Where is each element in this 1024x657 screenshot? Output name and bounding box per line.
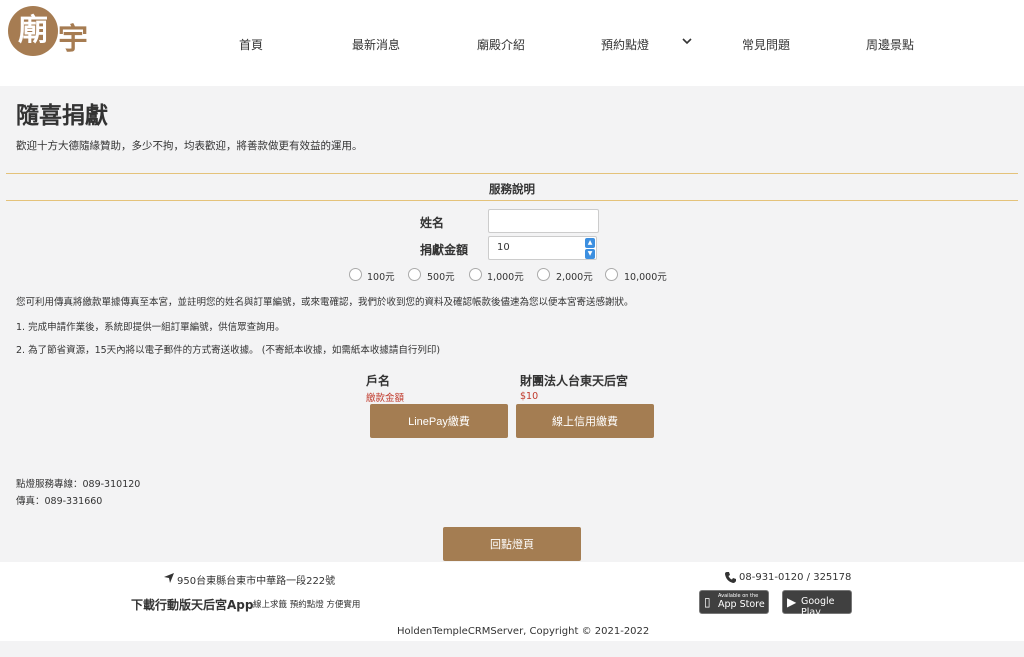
linepay-button[interactable]: LinePay繳費 (370, 404, 508, 438)
appstore-big-text: App Store (718, 599, 765, 610)
name-label: 姓名 (420, 216, 445, 230)
apple-icon: ▯ (704, 595, 711, 609)
google-play-icon: ▶ (787, 595, 797, 609)
note-item: 1. 完成申請作業後，系統即提供一組訂單編號，供信眾查詢用。 (16, 322, 285, 333)
amount-option-2000-radio[interactable] (537, 268, 550, 281)
logo-mark: 廟 (8, 6, 58, 56)
amount-option-500-radio[interactable] (408, 268, 421, 281)
chevron-down-icon[interactable] (682, 36, 692, 46)
fax-text: 傳真：089-331660 (16, 496, 103, 507)
due-value: $10 (520, 391, 539, 402)
googleplay-text: Google Play (801, 596, 835, 618)
account-label: 戶名 (366, 374, 391, 388)
fax-note: 您可利用傳真將繳款單據傳真至本宮，並註明您的姓名與訂單編號，或來電確認，我們於收… (16, 297, 634, 308)
divider-top (6, 173, 1018, 174)
phone-icon (725, 572, 736, 583)
divider-bottom (6, 200, 1018, 201)
amount-option-10000-radio[interactable] (605, 268, 618, 281)
amount-option-label: 500元 (427, 272, 455, 283)
temple-logo[interactable]: 廟 宇 (8, 6, 92, 60)
copyright-text: HoldenTempleCRMServer, Copyright © 2021-… (397, 626, 650, 637)
nav-news[interactable]: 最新消息 (352, 36, 400, 53)
amount-label: 捐獻金額 (420, 243, 469, 257)
nav-nearby[interactable]: 周邊景點 (866, 36, 914, 53)
name-input[interactable] (488, 209, 599, 233)
location-arrow-icon (164, 573, 174, 583)
amount-option-label: 1,000元 (487, 272, 524, 283)
app-subtitle: 線上求籤 預約點燈 方便實用 (253, 600, 361, 610)
decrement-icon[interactable]: ▼ (585, 249, 595, 259)
footer-phone: 08-931-0120 / 325178 (739, 572, 852, 583)
amount-input[interactable]: 10 ▲ ▼ (488, 236, 597, 260)
google-play-badge[interactable]: ▶ Google Play (782, 590, 852, 618)
amount-option-label: 100元 (367, 272, 395, 283)
due-label: 繳款金額 (366, 393, 405, 404)
credit-card-button[interactable]: 線上信用繳費 (516, 404, 654, 438)
account-name: 財團法人台東天后宮 (520, 374, 629, 388)
amount-option-label: 10,000元 (624, 272, 667, 283)
logo-text: 宇 (58, 22, 88, 57)
app-store-badge[interactable]: ▯ Available on the App Store (699, 590, 769, 614)
amount-value: 10 (497, 242, 510, 253)
increment-icon[interactable]: ▲ (585, 238, 595, 248)
amount-option-100-radio[interactable] (349, 268, 362, 281)
site-header: 廟 宇 首頁 最新消息 廟殿介紹 預約點燈 常見問題 周邊景點 (0, 0, 1024, 86)
page-title: 隨喜捐獻 (16, 103, 108, 129)
nav-faq[interactable]: 常見問題 (742, 36, 790, 53)
intro-text: 歡迎十方大德隨緣贊助，多少不拘，均表歡迎，將善款做更有效益的運用。 (16, 140, 363, 152)
nav-lamp-booking[interactable]: 預約點燈 (601, 36, 649, 53)
nav-home[interactable]: 首頁 (239, 36, 263, 53)
amount-option-label: 2,000元 (556, 272, 593, 283)
nav-temple-intro[interactable]: 廟殿介紹 (477, 36, 525, 53)
hotline-text: 點燈服務專線：089-310120 (16, 479, 141, 490)
note-item: 2. 為了節省資源，15天內將以電子郵件的方式寄送收據。 (不寄紙本收據，如需紙… (16, 345, 441, 356)
amount-option-1000-radio[interactable] (469, 268, 482, 281)
app-title: 下載行動版天后宮App (131, 598, 254, 612)
section-title: 服務說明 (489, 182, 535, 196)
footer-address: 950台東縣台東市中華路一段222號 (177, 576, 336, 587)
back-to-lamp-button[interactable]: 回點燈頁 (443, 527, 581, 561)
